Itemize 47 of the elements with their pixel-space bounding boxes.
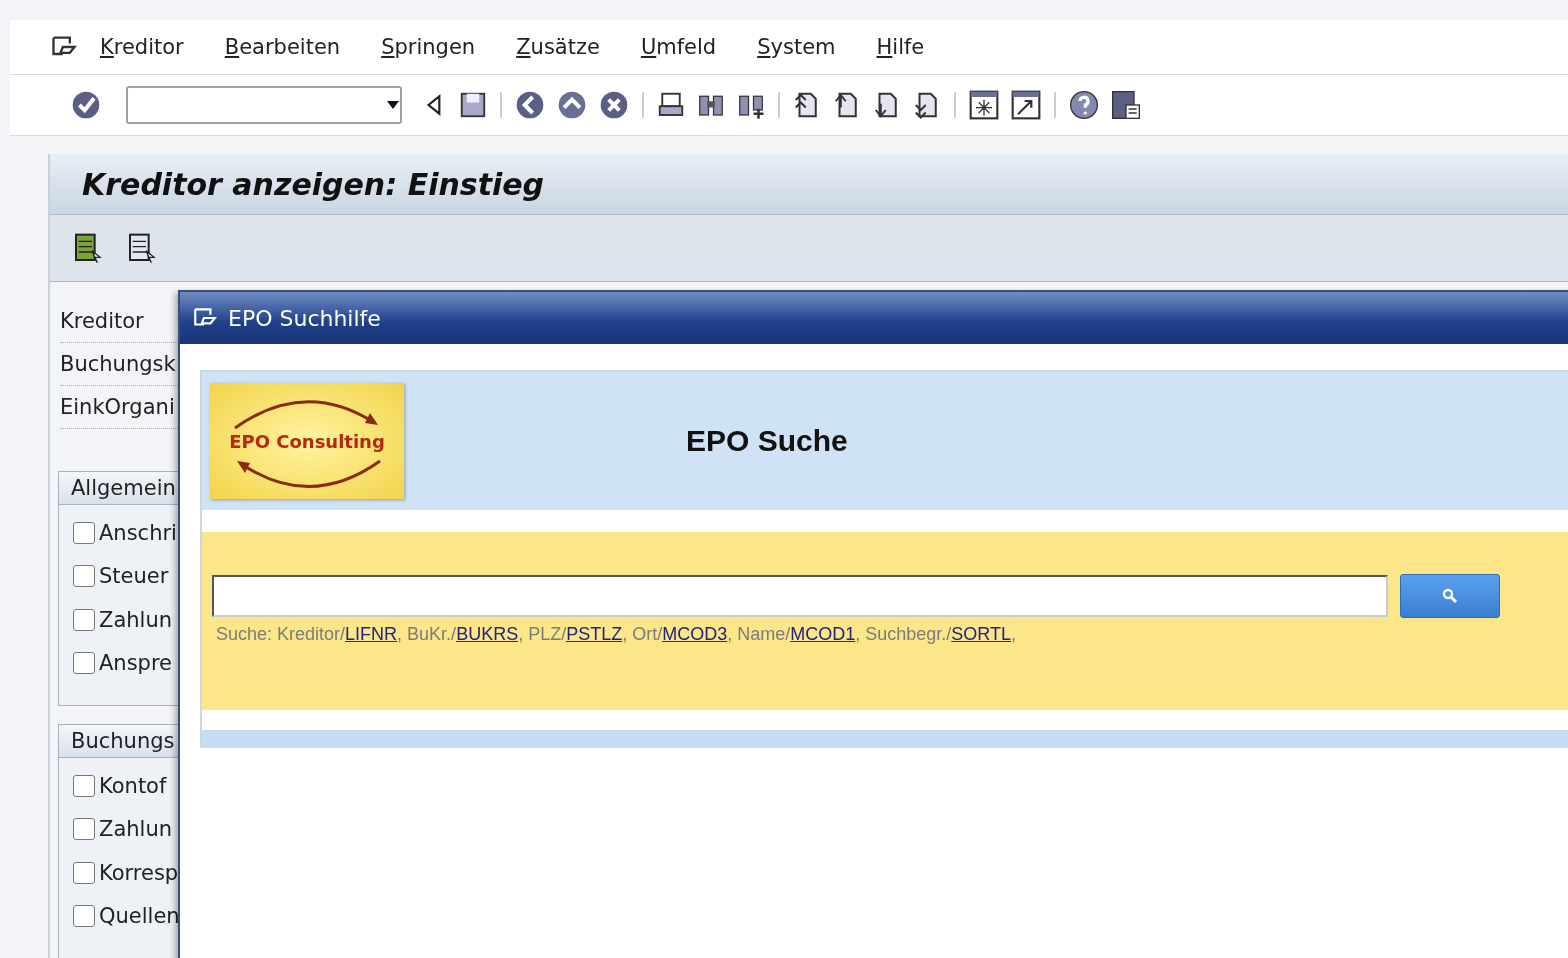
search-button[interactable]: [1400, 574, 1500, 618]
menu-item[interactable]: Zusätze: [516, 35, 600, 59]
checkbox-label: Anschri: [99, 520, 177, 545]
checkbox[interactable]: [73, 565, 95, 588]
field-link[interactable]: PSTLZ: [566, 624, 623, 644]
search-field[interactable]: [212, 575, 1388, 617]
field-link[interactable]: BUKRS: [456, 624, 519, 644]
menu-item[interactable]: System: [757, 35, 836, 59]
checkbox[interactable]: [73, 608, 95, 631]
search-heading: EPO Suche: [686, 424, 848, 458]
dropdown-icon[interactable]: [386, 100, 400, 110]
checkbox[interactable]: [73, 861, 95, 884]
menu-item[interactable]: Hilfe: [876, 35, 925, 59]
checkbox[interactable]: [73, 905, 95, 928]
checkbox-label: Anspre: [99, 651, 173, 676]
checkbox[interactable]: [73, 818, 95, 841]
menu-item[interactable]: Umfeld: [640, 35, 717, 59]
field-link[interactable]: MCOD3: [662, 624, 728, 644]
layout-icon[interactable]: [1110, 89, 1142, 121]
checkbox-label: Steuer: [99, 564, 169, 589]
save-icon[interactable]: [458, 90, 488, 120]
command-field[interactable]: [126, 86, 402, 124]
menu-item[interactable]: Kreditor: [100, 35, 184, 59]
help-icon[interactable]: [1068, 89, 1100, 121]
list-filled-icon[interactable]: [72, 232, 104, 264]
new-window-icon[interactable]: [968, 89, 1000, 121]
checkbox-label: Korresp: [99, 860, 179, 885]
checkbox[interactable]: [73, 774, 95, 797]
screen-title: Kreditor anzeigen: Einstieg: [82, 166, 545, 202]
search-hint: Suche: Kreditor/LIFNR, BuKr./BUKRS, PLZ/PSTLZ, Ort/MCOD3, Name/MCOD1, Suchbegr./SORTL,: [216, 624, 1017, 645]
checkbox-label: Zahlun: [99, 817, 173, 842]
menu-item[interactable]: Springen: [381, 35, 476, 59]
field-link[interactable]: MCOD1: [790, 624, 856, 644]
menu-item[interactable]: Bearbeiten: [224, 35, 341, 59]
search-icon: [1442, 588, 1458, 604]
shortcut-icon[interactable]: [1010, 89, 1042, 121]
logo: EPO Consulting: [210, 383, 404, 499]
list-icon[interactable]: [126, 232, 158, 264]
field-link[interactable]: LIFNR: [345, 624, 398, 644]
checkbox-label: Zahlun: [99, 607, 173, 632]
checkbox[interactable]: [73, 521, 95, 544]
confirm-icon[interactable]: [70, 89, 102, 121]
checkbox[interactable]: [73, 652, 95, 675]
cancel-icon[interactable]: [598, 89, 630, 121]
field-link[interactable]: SORTL: [951, 624, 1011, 644]
checkbox-label: Kontof: [99, 773, 167, 798]
checkbox-label: Quellen: [99, 904, 180, 929]
